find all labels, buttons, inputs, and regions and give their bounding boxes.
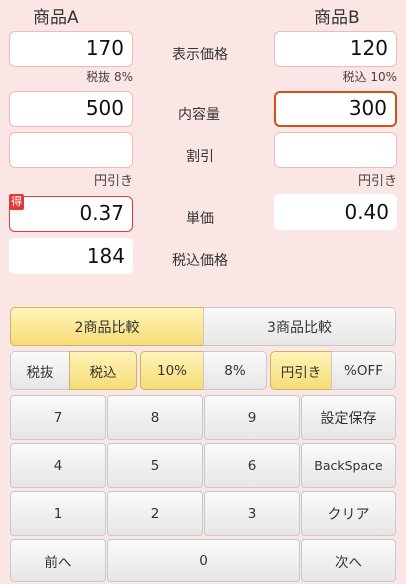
key-3[interactable]: 3 [204, 491, 300, 536]
save-settings-button[interactable]: 設定保存 [301, 395, 396, 440]
product-a-unit-price: 0.37 [9, 196, 133, 232]
key-4[interactable]: 4 [10, 443, 106, 488]
backspace-button[interactable]: BackSpace [301, 443, 396, 488]
key-5[interactable]: 5 [107, 443, 203, 488]
product-a-discount-field[interactable] [9, 132, 133, 168]
product-b-header: 商品B [314, 8, 360, 28]
prev-button[interactable]: 前へ [10, 539, 106, 582]
compare-tabs: 2商品比較 3商品比較 [10, 307, 396, 346]
product-b-content-field[interactable]: 300 [274, 91, 397, 127]
tax-included-toggle[interactable]: 税込 [69, 351, 137, 390]
key-7[interactable]: 7 [10, 395, 106, 440]
product-a-discount-mode[interactable]: 円引き [9, 170, 133, 189]
next-button[interactable]: 次へ [301, 539, 396, 582]
product-a-content-field[interactable]: 500 [9, 91, 133, 127]
product-b-unit-price: 0.40 [274, 194, 397, 230]
tax-excluded-toggle[interactable]: 税抜 [10, 351, 70, 390]
product-b-price-field[interactable]: 120 [274, 31, 397, 67]
key-1[interactable]: 1 [10, 491, 106, 536]
product-a-tax-included-price: 184 [9, 238, 133, 274]
product-b-tax-note[interactable]: 税込 10% [274, 68, 398, 85]
percent-off-toggle[interactable]: %OFF [331, 351, 396, 390]
product-a-price-field[interactable]: 170 [9, 31, 133, 67]
discount-label: 割引 [186, 149, 214, 165]
key-8[interactable]: 8 [107, 395, 203, 440]
tab-two-products[interactable]: 2商品比較 [10, 307, 204, 346]
product-a-header: 商品A [33, 8, 79, 28]
product-b-discount-field[interactable] [274, 132, 397, 168]
clear-button[interactable]: クリア [301, 491, 396, 536]
key-2[interactable]: 2 [107, 491, 203, 536]
tab-three-products[interactable]: 3商品比較 [203, 307, 396, 346]
yen-off-toggle[interactable]: 円引き [270, 351, 332, 390]
key-0[interactable]: 0 [107, 539, 300, 582]
tax-included-price-label: 税込価格 [172, 253, 228, 269]
rate-8-toggle[interactable]: 8% [203, 351, 267, 390]
display-price-label: 表示価格 [172, 47, 228, 63]
best-deal-badge: 得 [9, 194, 24, 210]
rate-10-toggle[interactable]: 10% [140, 351, 204, 390]
content-label: 内容量 [178, 107, 220, 123]
product-a-tax-note[interactable]: 税抜 8% [9, 68, 133, 85]
key-6[interactable]: 6 [204, 443, 300, 488]
unit-price-label: 単価 [186, 211, 214, 227]
product-b-discount-mode[interactable]: 円引き [274, 170, 397, 189]
key-9[interactable]: 9 [204, 395, 300, 440]
